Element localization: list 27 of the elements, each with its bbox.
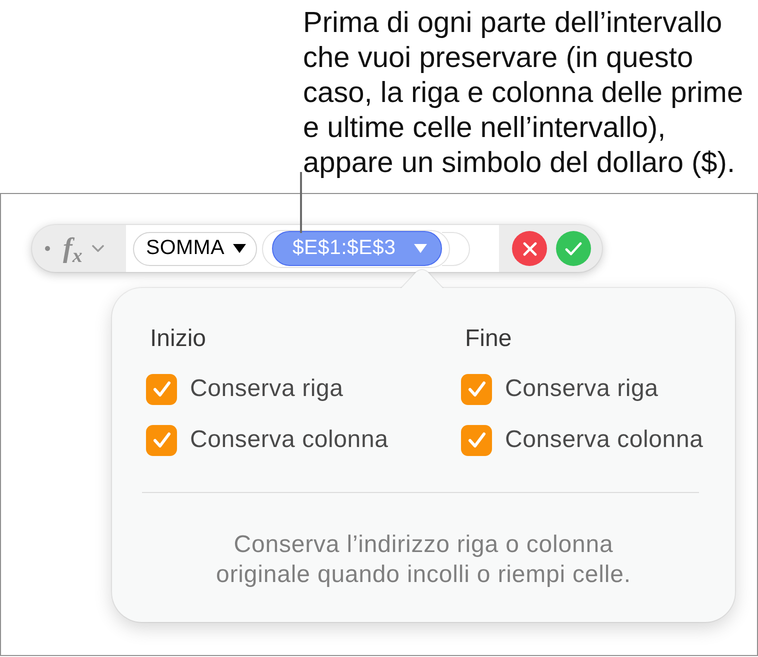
caret-icon bbox=[233, 244, 246, 253]
checkbox-label: Conserva colonna bbox=[505, 425, 704, 455]
checkbox-label: Conserva riga bbox=[505, 374, 658, 404]
leader-line bbox=[300, 172, 302, 233]
function-token[interactable]: SOMMA bbox=[133, 232, 258, 266]
check-icon bbox=[468, 381, 486, 397]
close-icon bbox=[522, 242, 536, 256]
check-icon bbox=[468, 432, 486, 448]
confirm-button[interactable] bbox=[556, 231, 591, 266]
checkbox[interactable] bbox=[146, 374, 177, 404]
chevron-icon bbox=[92, 244, 104, 252]
checkbox[interactable] bbox=[146, 424, 177, 456]
dot-icon bbox=[45, 246, 50, 251]
checkbox-label: Conserva riga bbox=[190, 374, 344, 404]
section-title: Inizio bbox=[150, 324, 206, 354]
checkbox[interactable] bbox=[461, 424, 492, 456]
checkbox-label: Conserva colonna bbox=[190, 425, 388, 455]
formula-input-field[interactable]: SOMMA $E$1:$E$3 bbox=[126, 225, 499, 272]
check-icon bbox=[152, 381, 170, 397]
caret-icon bbox=[414, 244, 427, 253]
cancel-button[interactable] bbox=[512, 231, 547, 266]
check-icon bbox=[152, 432, 170, 448]
callout-text: Prima di ogni parte dell’intervallo che vuoi preservare (in questo caso, la riga e colonna delle prime e ultime celle nell’intervallo), appare un simbolo del dollaro ($). bbox=[303, 6, 744, 181]
note-text: Conserva l’indirizzo riga o colonna originale quando incolli o riempi celle. bbox=[216, 530, 631, 590]
check-icon bbox=[565, 242, 582, 256]
checkbox[interactable] bbox=[461, 374, 492, 404]
section-title: Fine bbox=[465, 324, 512, 354]
